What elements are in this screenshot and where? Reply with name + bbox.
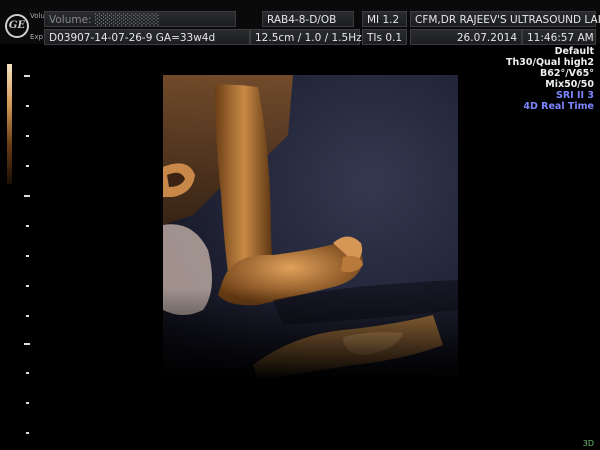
mi-value: MI 1.2 [362, 11, 407, 27]
exam-time: 11:46:57 AM [522, 29, 596, 45]
exam-date: 26.07.2014 [410, 29, 522, 45]
param-sri: SRI II 3 [556, 90, 594, 101]
depth-settings: 12.5cm / 1.0 / 1.5Hz [250, 29, 362, 45]
tis-value: TIs 0.1 [362, 29, 407, 45]
exam-id: D03907-14-07-26-9 GA=33w4d [44, 29, 250, 45]
clinic-name: CFM,DR RAJEEV'S ULTRASOUND LAI [410, 11, 600, 27]
param-preset: Default [554, 46, 594, 57]
header-row-2: D03907-14-07-26-9 GA=33w4d 12.5cm / 1.0 … [0, 29, 600, 47]
param-mode: 4D Real Time [523, 101, 594, 112]
grayscale-bar [7, 64, 12, 184]
ultrasound-3d-render[interactable] [163, 75, 458, 380]
param-threshold-quality: Th30/Qual high2 [506, 57, 594, 68]
header-bar: GE Volume Exp Volume: ░░░░░░░░ RAB4-8-D/… [0, 0, 600, 47]
header-row-1: Volume: ░░░░░░░░ RAB4-8-D/OB MI 1.2 CFM,… [0, 11, 600, 29]
param-angles: B62°/V65° [539, 68, 594, 79]
imaging-parameters: Default Th30/Qual high2 B62°/V65° Mix50/… [506, 46, 594, 112]
3d-mode-indicator: 3D [582, 439, 594, 448]
probe-label: RAB4-8-D/OB [262, 11, 354, 27]
patient-name-field: Volume: ░░░░░░░░ [44, 11, 236, 27]
param-mix: Mix50/50 [545, 79, 594, 90]
